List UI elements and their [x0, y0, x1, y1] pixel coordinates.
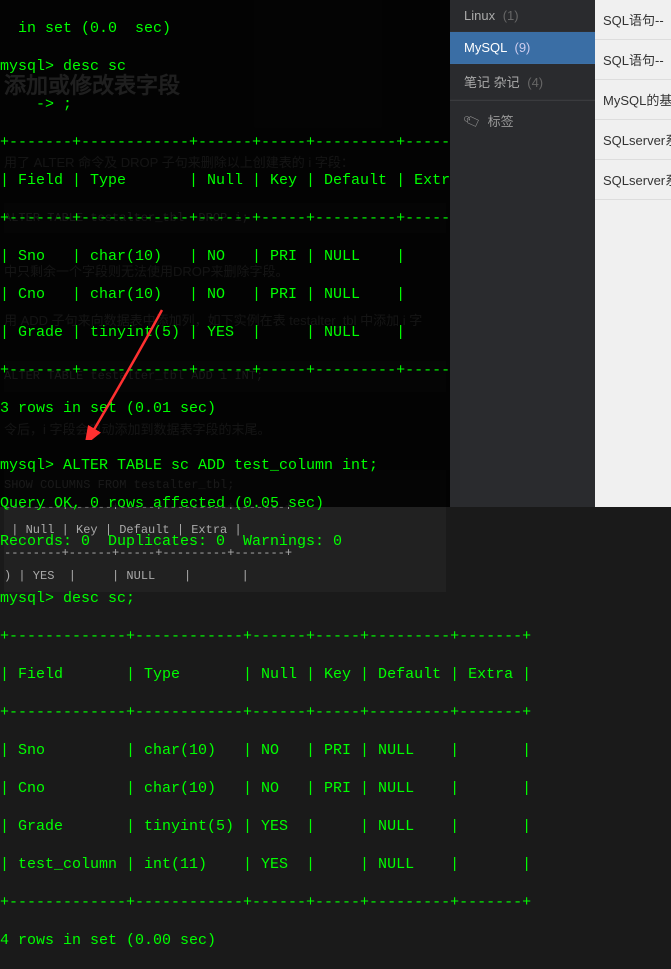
term-line: | Grade | tinyint(5) | YES | | NULL | | [0, 323, 450, 342]
term-line: | Field | Type | Null | Key | Default | … [0, 171, 450, 190]
term-line: in set (0.0 sec) [0, 19, 450, 38]
term-line: +-------+------------+------+-----+-----… [0, 133, 450, 152]
related-list: SQL语句-- SQL语句-- MySQL的基 SQLserver系 SQLse… [595, 0, 671, 507]
sidebar-tags[interactable]: 🏷 标签 [450, 100, 595, 140]
tag-icon: 🏷 [462, 112, 481, 132]
term-line: +-------------+------------+------+-----… [0, 627, 450, 646]
term-line: +-------+------------+------+-----+-----… [0, 361, 450, 380]
related-item[interactable]: SQLserver系 [595, 120, 671, 160]
term-line: | Grade | tinyint(5) | YES | | NULL | | [0, 817, 450, 836]
sidebar-item-count: (9) [514, 40, 530, 55]
term-line: 4 rows in set (0.00 sec) [0, 931, 450, 950]
sidebar-item-count: (4) [527, 75, 543, 90]
term-line: | Field | Type | Null | Key | Default | … [0, 665, 450, 684]
sidebar-item-notes[interactable]: 笔记 杂记 (4) [450, 64, 595, 100]
term-line: mysql> desc sc; [0, 589, 450, 608]
term-line: mysql> ALTER TABLE sc ADD test_column in… [0, 456, 450, 475]
term-line: | Sno | char(10) | NO | PRI | NULL | | [0, 741, 450, 760]
related-item[interactable]: SQL语句-- [595, 0, 671, 40]
term-line: | Sno | char(10) | NO | PRI | NULL | | [0, 247, 450, 266]
sidebar-tags-label: 标签 [488, 114, 514, 129]
sidebar-item-label: MySQL [464, 40, 507, 55]
related-item[interactable]: MySQL的基 [595, 80, 671, 120]
term-line: +-------+------------+------+-----+-----… [0, 209, 450, 228]
sidebar-item-label: 笔记 杂记 [464, 75, 520, 90]
related-item[interactable]: SQLserver系 [595, 160, 671, 200]
term-line: +-------------+------------+------+-----… [0, 703, 450, 722]
term-line: Query OK, 0 rows affected (0.05 sec) [0, 494, 450, 513]
term-line: -> ; [0, 95, 450, 114]
term-line: | test_column | int(11) | YES | | NULL |… [0, 855, 450, 874]
term-line: 3 rows in set (0.01 sec) [0, 399, 450, 418]
category-sidebar: Linux (1) MySQL (9) 笔记 杂记 (4) 🏷 标签 [450, 0, 595, 507]
term-line: | Cno | char(10) | NO | PRI | NULL | | [0, 779, 450, 798]
related-item[interactable]: SQL语句-- [595, 40, 671, 80]
term-line: mysql> desc sc [0, 57, 450, 76]
sidebar-item-mysql[interactable]: MySQL (9) [450, 32, 595, 64]
term-line: | Cno | char(10) | NO | PRI | NULL | | [0, 285, 450, 304]
term-line: +-------------+------------+------+-----… [0, 893, 450, 912]
sidebar-item-label: Linux [464, 8, 495, 23]
sidebar-item-count: (1) [503, 8, 519, 23]
mysql-terminal[interactable]: in set (0.0 sec) mysql> desc sc -> ; +--… [0, 0, 450, 507]
term-line: Records: 0 Duplicates: 0 Warnings: 0 [0, 532, 450, 551]
sidebar-item-linux[interactable]: Linux (1) [450, 0, 595, 32]
